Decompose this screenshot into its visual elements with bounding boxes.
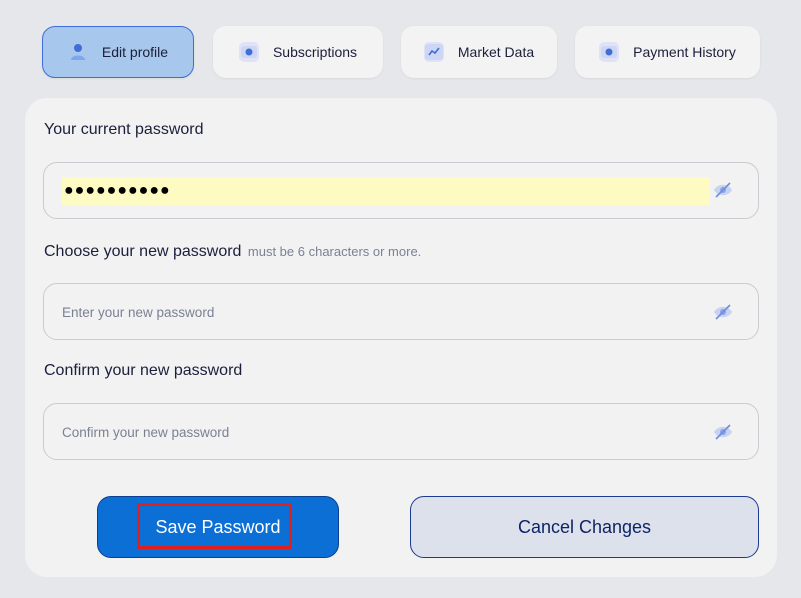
eye-slash-icon[interactable] [712, 422, 734, 442]
new-password-hint: must be 6 characters or more. [247, 244, 422, 259]
tab-label: Market Data [457, 44, 535, 60]
chart-line-icon [423, 42, 444, 62]
save-password-button[interactable]: Save Password [97, 496, 339, 558]
confirm-password-field[interactable] [43, 403, 759, 460]
card-icon [238, 42, 259, 62]
confirm-password-input[interactable] [62, 418, 702, 446]
new-password-label-text: Choose your new password [44, 243, 242, 260]
confirm-password-label: Confirm your new password [44, 362, 243, 379]
save-password-label: Save Password [155, 516, 281, 537]
new-password-field[interactable] [43, 283, 759, 340]
current-password-field[interactable]: ●●●●●●●●●● [43, 162, 759, 219]
tab-label: Payment History [633, 44, 736, 60]
current-password-label: Your current password [44, 121, 204, 138]
new-password-input[interactable] [62, 298, 702, 326]
eye-slash-icon[interactable] [712, 180, 734, 200]
cancel-changes-button[interactable]: Cancel Changes [410, 496, 759, 558]
cancel-changes-label: Cancel Changes [517, 516, 652, 537]
tab-market-data[interactable]: Market Data [401, 26, 557, 78]
card-icon [599, 42, 620, 62]
eye-slash-icon[interactable] [712, 302, 734, 322]
new-password-label: Choose your new password must be 6 chara… [44, 243, 421, 261]
user-icon [68, 42, 88, 62]
tab-subscriptions[interactable]: Subscriptions [213, 26, 383, 78]
tab-payment-history[interactable]: Payment History [575, 26, 760, 78]
tab-label: Edit profile [101, 44, 169, 60]
tab-edit-profile[interactable]: Edit profile [42, 26, 194, 78]
current-password-value[interactable]: ●●●●●●●●●● [64, 179, 171, 203]
tab-label: Subscriptions [272, 44, 358, 60]
